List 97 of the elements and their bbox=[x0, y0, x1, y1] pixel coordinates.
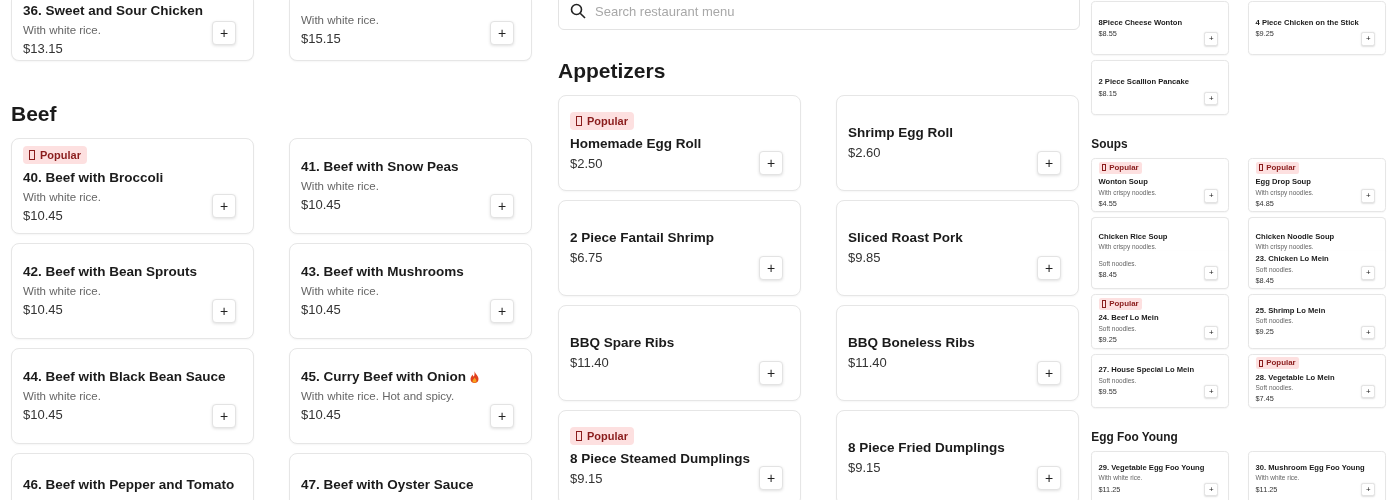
item-title: 43. Beef with Mushrooms bbox=[301, 263, 464, 281]
menu-item-card[interactable]: 42. Beef with Bean Sprouts With white rice. $10.45 + bbox=[11, 243, 254, 339]
menu-item-card[interactable]: 8 Piece Fried Dumplings $9.15 + bbox=[836, 410, 1079, 500]
item-title: Chicken Noodle Soup bbox=[1255, 230, 1335, 243]
item-price: $10.45 bbox=[23, 301, 63, 319]
add-button[interactable]: + bbox=[212, 299, 236, 323]
add-button[interactable]: + bbox=[490, 194, 514, 218]
section-heading: Egg Foo Young bbox=[1091, 431, 1179, 445]
menu-item-card[interactable]: 36. Sweet and Sour Chicken With white rice. $13.15 + bbox=[11, 0, 254, 61]
item-price: $10.45 bbox=[23, 406, 63, 424]
menu-item-card[interactable]: Sliced Roast Pork $9.85 + bbox=[836, 200, 1079, 296]
item-title: 8 Piece Fried Dumplings bbox=[848, 439, 1005, 457]
add-button[interactable]: + bbox=[759, 151, 783, 175]
item-title: 2 Piece Fantail Shrimp bbox=[570, 229, 715, 247]
item-title: 46. Beef with Pepper and Tomato bbox=[23, 476, 235, 494]
item-title: 29. Vegetable Egg Foo Young bbox=[1098, 462, 1205, 474]
section-heading: Beef bbox=[11, 102, 58, 126]
item-title: 8 Piece Steamed Dumplings bbox=[570, 450, 751, 468]
popular-badge: Popular bbox=[570, 427, 634, 445]
item-title: 25. Shrimp Lo Mein bbox=[1255, 305, 1326, 317]
add-button[interactable]: + bbox=[1037, 256, 1061, 280]
add-button[interactable]: + bbox=[759, 256, 783, 280]
item-title: Homemade Egg Roll bbox=[570, 135, 702, 153]
item-title: 41. Beef with Snow Peas bbox=[301, 158, 459, 176]
item-price: $11.40 bbox=[570, 354, 609, 372]
menu-item-card[interactable]: Popular 8 Piece Steamed Dumplings $9.15 + bbox=[558, 410, 801, 500]
item-price: $9.15 bbox=[848, 459, 881, 477]
menu-item-card[interactable]: 45. Curry Beef with Onion With white rice. Hot and spicy. $10.45 + bbox=[289, 348, 532, 444]
item-price: $9.15 bbox=[570, 470, 603, 488]
add-button[interactable]: + bbox=[490, 404, 514, 428]
item-price: $10.45 bbox=[301, 406, 341, 424]
item-title: 4 Piece Chicken on the Stick bbox=[1255, 16, 1359, 29]
item-title: Shrimp Egg Roll bbox=[848, 124, 953, 142]
item-title: 8Piece Cheese Wonton bbox=[1098, 16, 1183, 29]
item-description: With white rice. bbox=[23, 190, 101, 205]
item-price: $10.45 bbox=[301, 196, 341, 214]
menu-item-card[interactable]: Shrimp Egg Roll $2.60 + bbox=[836, 95, 1079, 191]
menu-item-card[interactable]: 46. Beef with Pepper and Tomato bbox=[11, 453, 254, 500]
section-heading: Soups bbox=[1091, 137, 1129, 152]
item-description: With white rice. bbox=[301, 284, 379, 299]
add-button[interactable]: + bbox=[1037, 151, 1061, 175]
item-title: 30. Mushroom Egg Foo Young bbox=[1255, 462, 1365, 474]
item-title: Sliced Roast Pork bbox=[848, 229, 963, 247]
item-title: 28. Vegetable Lo Mein bbox=[1255, 371, 1335, 383]
menu-item-card[interactable]: Popular Homemade Egg Roll $2.50 + bbox=[558, 95, 801, 191]
menu-item-card[interactable]: 2 Piece Fantail Shrimp $6.75 + bbox=[558, 200, 801, 296]
add-button[interactable]: + bbox=[490, 299, 514, 323]
popular-badge: Popular bbox=[23, 146, 87, 164]
section-heading: Appetizers bbox=[558, 59, 667, 83]
item-title: 45. Curry Beef with Onion bbox=[301, 368, 467, 386]
menu-item-card[interactable]: 43. Beef with Mushrooms With white rice. $10.45 + bbox=[289, 243, 532, 339]
item-title: Egg Drop Soup bbox=[1255, 176, 1311, 188]
add-button[interactable]: + bbox=[1037, 466, 1061, 490]
menu-item-card[interactable]: Popular 40. Beef with Broccoli With white rice. $10.45 + bbox=[11, 138, 254, 234]
item-title: 36. Sweet and Sour Chicken bbox=[23, 2, 204, 20]
item-price: $6.75 bbox=[570, 249, 603, 267]
add-button[interactable]: + bbox=[212, 194, 236, 218]
item-price: $10.45 bbox=[301, 301, 341, 319]
item-description: With white rice. bbox=[23, 389, 101, 404]
menu-item-card[interactable]: 41. Beef with Snow Peas With white rice. $10.45 + bbox=[289, 138, 532, 234]
item-title: 42. Beef with Bean Sprouts bbox=[23, 263, 198, 281]
popular-badge: Popular bbox=[570, 112, 634, 130]
item-title: Wonton Soup bbox=[1098, 176, 1148, 188]
item-price: $2.50 bbox=[570, 155, 603, 173]
item-title: 47. Beef with Oyster Sauce bbox=[301, 476, 474, 494]
item-price: $15.15 bbox=[301, 30, 341, 48]
item-title: 44. Beef with Black Bean Sauce bbox=[23, 368, 226, 386]
add-button[interactable]: + bbox=[1037, 361, 1061, 385]
item-title: Chicken Rice Soup bbox=[1098, 230, 1168, 243]
item-title: 40. Beef with Broccoli bbox=[23, 169, 164, 187]
item-price: $11.40 bbox=[848, 354, 887, 372]
item-title: 2 Piece Scallion Pancake bbox=[1098, 76, 1190, 88]
item-price: $13.15 bbox=[23, 40, 63, 58]
item-price: $9.85 bbox=[848, 249, 881, 267]
menu-item-card[interactable]: 47. Beef with Oyster Sauce bbox=[289, 453, 532, 500]
menu-item-card[interactable]: With white rice. $15.15 + bbox=[289, 0, 532, 61]
add-button[interactable]: + bbox=[759, 466, 783, 490]
item-title: BBQ Boneless Ribs bbox=[848, 334, 975, 352]
item-description: With white rice. bbox=[23, 284, 101, 299]
item-price: $2.60 bbox=[848, 144, 881, 162]
item-title: 24. Beef Lo Mein bbox=[1098, 312, 1159, 324]
menu-item-card[interactable]: 44. Beef with Black Bean Sauce With white rice. $10.45 + bbox=[11, 348, 254, 444]
item-description: With white rice. bbox=[301, 13, 379, 28]
item-title: BBQ Spare Ribs bbox=[570, 334, 675, 352]
item-description: With white rice. bbox=[23, 23, 101, 38]
item-title: 27. House Special Lo Mein bbox=[1098, 364, 1195, 376]
add-button[interactable]: + bbox=[212, 21, 236, 45]
item-price: $10.45 bbox=[23, 207, 63, 225]
item-title: 23. Chicken Lo Mein bbox=[1255, 253, 1329, 265]
add-button[interactable]: + bbox=[759, 361, 783, 385]
menu-item-card[interactable]: BBQ Spare Ribs $11.40 + bbox=[558, 305, 801, 401]
add-button[interactable]: + bbox=[212, 404, 236, 428]
add-button[interactable]: + bbox=[490, 21, 514, 45]
menu-item-card[interactable]: BBQ Boneless Ribs $11.40 + bbox=[836, 305, 1079, 401]
item-description: With white rice. Hot and spicy. bbox=[301, 389, 455, 404]
item-description: With white rice. bbox=[301, 179, 379, 194]
search-field[interactable]: Search restaurant menu bbox=[558, 0, 1080, 30]
